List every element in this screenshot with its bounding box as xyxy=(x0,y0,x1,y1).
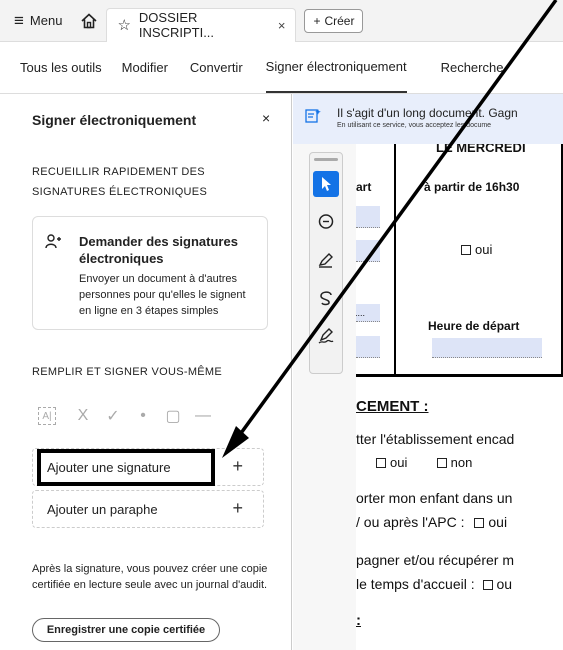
menu-label: Menu xyxy=(29,13,63,28)
departure-time-field[interactable] xyxy=(432,338,542,358)
section-heading: CEMENT : xyxy=(356,398,429,415)
banner-message: Il s'agit d'un long document. Gagn xyxy=(337,106,518,120)
dot-icon[interactable]: • xyxy=(128,407,158,425)
section-fill-sign-label: REMPLIR ET SIGNER VOUS-MÊME xyxy=(32,366,223,378)
drag-handle[interactable] xyxy=(314,158,338,161)
home-button[interactable] xyxy=(72,0,106,41)
doc-line-3-row: / ou après l'APC : oui xyxy=(356,514,507,530)
hamburger-icon: ≡ xyxy=(14,10,24,30)
highlight-tool-button[interactable] xyxy=(313,247,339,273)
cursor-icon xyxy=(322,177,331,191)
plus-icon: + xyxy=(232,498,243,518)
doc-line-1: tter l'établissement encad xyxy=(356,431,515,447)
add-initials-label: Ajouter un paraphe xyxy=(47,501,158,517)
panel-title: Signer électroniquement xyxy=(32,112,197,128)
yes-checkbox[interactable]: oui xyxy=(461,242,492,257)
top-bar: ≡ Menu ☆ DOSSIER INSCRIPTI... × + Créer xyxy=(0,0,563,42)
tab-title: DOSSIER INSCRIPTI... xyxy=(138,10,215,40)
no-label: non xyxy=(450,455,473,470)
form-field[interactable] xyxy=(356,240,380,262)
doc-line-4: pagner et/ou récupérer m xyxy=(356,552,514,568)
column-part: art xyxy=(356,180,372,194)
checkbox-icon[interactable] xyxy=(376,458,386,468)
column-time: à partir de 16h30 xyxy=(424,180,520,194)
request-signatures-card[interactable]: Demander des signatures électroniques En… xyxy=(32,216,268,330)
sign-tool-button[interactable] xyxy=(313,323,339,349)
card-description: Envoyer un document à d'autres personnes… xyxy=(79,273,246,317)
card-title: Demander des signatures électroniques xyxy=(79,234,238,266)
home-icon xyxy=(81,12,97,28)
checkbox-icon xyxy=(461,245,471,255)
doc-line-5-tail: ou xyxy=(496,576,513,592)
yes-label: oui xyxy=(488,514,508,530)
document-page[interactable]: LE MERCREDI art à partir de 16h30 oui ..… xyxy=(356,144,563,650)
doc-line-2: orter mon enfant dans un xyxy=(356,490,513,506)
toolbar-all-tools[interactable]: Tous les outils xyxy=(20,42,102,93)
table-border xyxy=(394,144,396,376)
document-area: Il s'agit d'un long document. Gagn En ut… xyxy=(293,94,563,650)
draw-tool-button[interactable] xyxy=(313,285,339,311)
section-request-label: RECUEILLIR RAPIDEMENT DES SIGNATURES ÉLE… xyxy=(32,166,208,198)
select-tool-button[interactable] xyxy=(313,171,339,197)
day-header: LE MERCREDI xyxy=(436,144,526,155)
signature-pen-icon xyxy=(318,328,334,344)
create-button[interactable]: + Créer xyxy=(304,8,364,33)
certified-copy-note: Après la signature, vous pouvez créer un… xyxy=(32,563,268,591)
rectangle-icon[interactable]: ▢ xyxy=(158,406,188,426)
pen-icon xyxy=(318,253,333,268)
create-label: Créer xyxy=(324,13,355,28)
checkbox-icon[interactable] xyxy=(482,580,493,590)
tools-toolbar: Tous les outils Modifier Convertir Signe… xyxy=(0,42,563,94)
highlight-box xyxy=(37,449,215,486)
dotted-line: ...... xyxy=(356,308,366,318)
banner-terms[interactable]: En utilisant ce service, vous acceptez l… xyxy=(337,122,491,129)
checkbox-icon[interactable] xyxy=(436,458,447,468)
doc-line-5: le temps d'accueil : xyxy=(356,576,475,592)
document-sparkle-icon xyxy=(305,109,321,123)
cross-mark-icon[interactable]: X xyxy=(68,407,98,425)
form-field[interactable] xyxy=(356,206,380,228)
menu-button[interactable]: ≡ Menu xyxy=(0,0,72,41)
long-document-banner: Il s'agit d'un long document. Gagn En ut… xyxy=(293,94,563,144)
comment-icon xyxy=(318,214,334,229)
freehand-icon xyxy=(320,291,332,306)
section-heading-2: : xyxy=(356,612,361,629)
checkbox-icon[interactable] xyxy=(474,518,485,528)
quick-tools-strip xyxy=(309,152,343,374)
close-tab-icon[interactable]: × xyxy=(278,18,286,33)
comment-tool-button[interactable] xyxy=(313,209,339,235)
toolbar-search[interactable]: Recherche xyxy=(441,42,504,93)
toolbar-convert[interactable]: Convertir xyxy=(190,42,243,93)
plus-icon: + xyxy=(232,456,243,476)
save-certified-copy-button[interactable]: Enregistrer une copie certifiée xyxy=(32,618,220,642)
close-panel-icon[interactable]: × xyxy=(262,110,270,126)
doc-line-3: / ou après l'APC : xyxy=(356,514,465,530)
yes-label: oui xyxy=(390,455,408,470)
add-initials-button[interactable]: Ajouter un paraphe + xyxy=(32,490,264,528)
yes-label: oui xyxy=(475,242,493,257)
form-field[interactable] xyxy=(356,336,380,358)
toolbar-edit[interactable]: Modifier xyxy=(122,42,168,93)
fill-sign-tools: A| X ✓ • ▢ — xyxy=(38,406,218,426)
e-sign-panel: Signer électroniquement × RECUEILLIR RAP… xyxy=(0,94,292,650)
check-mark-icon[interactable]: ✓ xyxy=(98,406,128,426)
star-icon[interactable]: ☆ xyxy=(117,16,130,34)
text-field-icon[interactable]: A| xyxy=(38,407,56,425)
table-border xyxy=(356,374,563,377)
line-icon[interactable]: — xyxy=(188,407,218,425)
toolbar-e-sign[interactable]: Signer électroniquement xyxy=(265,42,407,93)
departure-time-label: Heure de départ xyxy=(428,319,520,333)
tab-document[interactable]: ☆ DOSSIER INSCRIPTI... × xyxy=(106,7,297,42)
doc-line-5-row: le temps d'accueil : ou xyxy=(356,576,512,592)
yes-no-row: oui non xyxy=(376,455,472,470)
users-sign-icon xyxy=(45,234,61,249)
plus-icon: + xyxy=(313,13,321,28)
